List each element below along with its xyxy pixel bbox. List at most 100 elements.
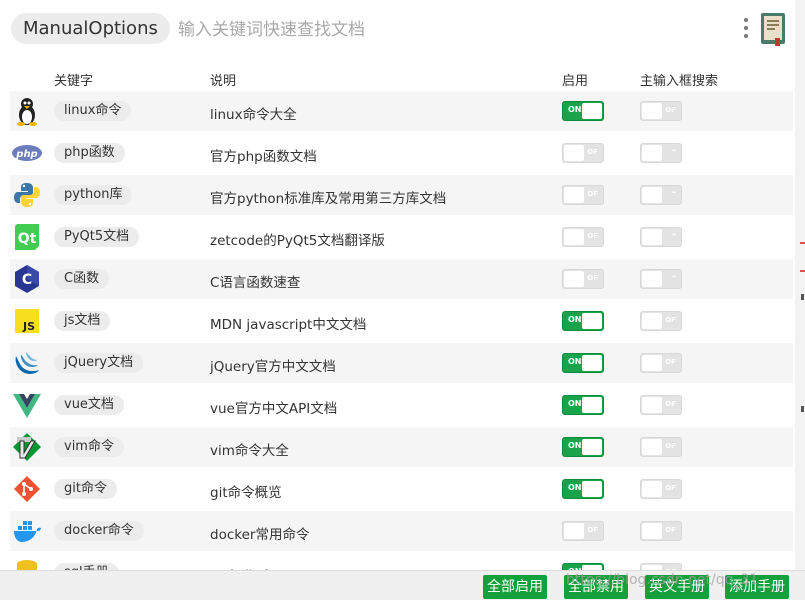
keyword-tag[interactable]: vim命令 — [54, 437, 124, 457]
table-row: C C函数 C语言函数速查 OF - — [10, 259, 793, 299]
column-enable: 启用 — [562, 74, 589, 89]
toggle-knob — [642, 229, 662, 245]
toggle-knob — [642, 313, 662, 329]
keyword-tag[interactable]: C函数 — [54, 269, 110, 289]
enable-toggle[interactable]: ON — [562, 395, 604, 415]
toggle-label: ON — [568, 105, 582, 114]
description-text: git命令概览 — [210, 485, 282, 501]
toggle-label: OF — [665, 526, 676, 534]
toggle-knob — [564, 229, 584, 245]
keyword-tag[interactable]: jQuery文档 — [54, 353, 144, 373]
table-header: 关键字 说明 启用 主输入框搜索 — [0, 68, 795, 90]
column-main-search: 主输入框搜索 — [640, 74, 719, 89]
enable-toggle[interactable]: OF — [562, 185, 604, 205]
php-icon: php — [12, 145, 42, 161]
toggle-label: OF — [587, 232, 598, 240]
toggle-knob — [564, 523, 584, 539]
toggle-label: - — [671, 145, 676, 156]
table-row: git命令 git命令概览 ON OF — [10, 469, 793, 509]
svg-text:C: C — [22, 272, 32, 288]
toggle-knob — [642, 481, 662, 497]
svg-text:php: php — [15, 149, 37, 160]
toggle-label: OF — [587, 190, 598, 198]
enable-toggle[interactable]: OF — [562, 227, 604, 247]
manual-book-icon[interactable] — [758, 12, 788, 46]
vim-icon: m — [13, 433, 41, 461]
c-language-icon: C — [15, 265, 39, 293]
toggle-knob — [642, 271, 662, 287]
main-search-toggle[interactable]: OF — [640, 521, 682, 541]
main-search-toggle[interactable]: - — [640, 143, 682, 163]
svg-text:JS: JS — [22, 320, 35, 333]
main-search-toggle[interactable]: OF — [640, 395, 682, 415]
description-text: C语言函数速查 — [210, 275, 301, 291]
main-search-toggle[interactable]: OF — [640, 353, 682, 373]
toggle-label: - — [671, 187, 676, 198]
keyword-tag[interactable]: python库 — [54, 185, 133, 205]
table-row: docker命令 docker常用命令 OF OF — [10, 511, 793, 551]
main-search-toggle[interactable]: OF — [640, 311, 682, 331]
toggle-label: - — [671, 229, 676, 240]
keyword-tag[interactable]: vue文档 — [54, 395, 124, 415]
main-search-toggle[interactable]: OF — [640, 479, 682, 499]
toggle-label: ON — [568, 441, 582, 450]
keyword-tag[interactable]: linux命令 — [54, 101, 132, 121]
enable-toggle[interactable]: OF — [562, 269, 604, 289]
app-name-badge[interactable]: ManualOptions — [11, 13, 170, 44]
scrollbar[interactable] — [795, 0, 805, 600]
main-search-toggle[interactable]: OF — [640, 437, 682, 457]
main-search-toggle[interactable]: - — [640, 185, 682, 205]
toggle-knob — [642, 103, 662, 119]
javascript-icon: JS — [15, 309, 39, 333]
toggle-knob — [564, 187, 584, 203]
table-row: Qt PyQt5文档 zetcode的PyQt5文档翻译版 OF - — [10, 217, 793, 257]
toggle-label: ON — [568, 315, 582, 324]
keyword-tag[interactable]: docker命令 — [54, 521, 144, 541]
svg-text:m: m — [34, 452, 41, 460]
toggle-knob — [642, 145, 662, 161]
toggle-label: OF — [587, 526, 598, 534]
enable-toggle[interactable]: OF — [562, 143, 604, 163]
toggle-knob — [582, 355, 602, 371]
qt-icon: Qt — [15, 224, 39, 250]
keyword-tag[interactable]: PyQt5文档 — [54, 227, 140, 247]
enable-toggle[interactable]: ON — [562, 353, 604, 373]
header-bar: ManualOptions — [0, 0, 795, 60]
description-text: vue官方中文API文档 — [210, 401, 338, 417]
toggle-knob — [564, 145, 584, 161]
table-row: JS js文档 MDN javascript中文文档 ON OF — [10, 301, 793, 341]
table-row: php php函数 官方php函数文档 OF - — [10, 133, 793, 173]
enable-toggle[interactable]: ON — [562, 437, 604, 457]
keyword-tag[interactable]: js文档 — [54, 311, 111, 331]
main-search-toggle[interactable]: - — [640, 269, 682, 289]
description-text: 官方python标准库及常用第三方库文档 — [210, 191, 447, 207]
toggle-label: ON — [568, 399, 582, 408]
search-input[interactable] — [178, 16, 718, 44]
toggle-knob — [642, 355, 662, 371]
table-row: linux命令 linux命令大全 ON OF — [10, 91, 793, 131]
description-text: MDN javascript中文文档 — [210, 317, 367, 333]
enable-all-button[interactable]: 全部启用 — [483, 575, 547, 599]
toggle-knob — [564, 271, 584, 287]
docker-icon — [14, 521, 41, 542]
toggle-knob — [642, 187, 662, 203]
vue-icon — [13, 394, 41, 418]
main-search-toggle[interactable]: OF — [640, 101, 682, 121]
description-text: docker常用命令 — [210, 527, 310, 543]
table-row: m vim命令 vim命令大全 ON OF — [10, 427, 793, 467]
main-search-toggle[interactable]: - — [640, 227, 682, 247]
keyword-tag[interactable]: git命令 — [54, 479, 117, 499]
enable-toggle[interactable]: OF — [562, 521, 604, 541]
enable-toggle[interactable]: ON — [562, 311, 604, 331]
toggle-label: OF — [665, 316, 676, 324]
toggle-label: OF — [587, 148, 598, 156]
more-options-icon[interactable] — [741, 18, 751, 42]
keyword-tag[interactable]: php函数 — [54, 143, 125, 163]
description-text: 官方php函数文档 — [210, 149, 317, 165]
toggle-knob — [582, 103, 602, 119]
toggle-knob — [642, 523, 662, 539]
enable-toggle[interactable]: ON — [562, 479, 604, 499]
enable-toggle[interactable]: ON — [562, 101, 604, 121]
scroll-marker — [801, 294, 804, 300]
toggle-label: OF — [665, 400, 676, 408]
